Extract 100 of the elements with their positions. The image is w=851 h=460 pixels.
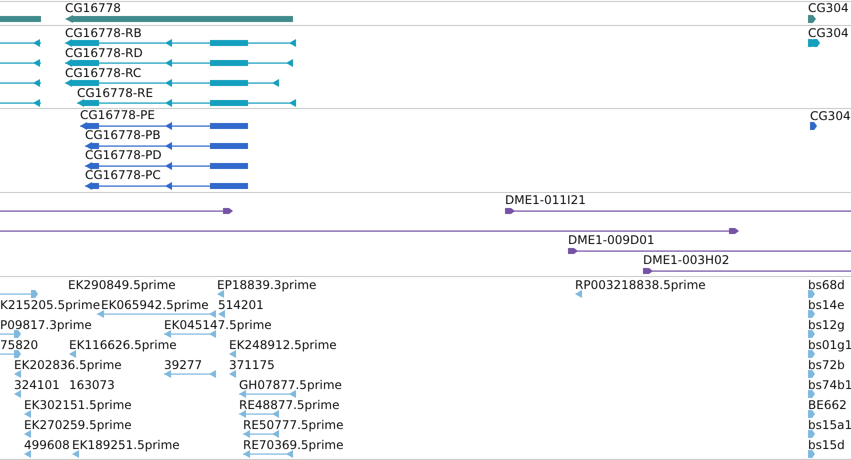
transcript-feature[interactable] [0,39,41,47]
feature-label: P09817.3prime [0,319,92,332]
feature-label: bs74b1 [808,379,851,392]
est-feature[interactable] [239,390,296,398]
feature-label: GH07877.5prime [239,379,342,392]
est-feature[interactable] [0,350,21,358]
feature-label: CG16778 [65,2,121,15]
feature-label: CG16778-PC [85,169,161,182]
feature-label: DME1-003H02 [643,254,730,267]
feature-label: bs15a1 [808,419,851,432]
feature-label: CG16778-RE [77,87,154,100]
clone-feature[interactable] [505,208,851,214]
est-feature[interactable] [808,350,815,358]
transcript-feature[interactable] [0,59,41,67]
protein-feature[interactable] [85,142,248,150]
transcript-feature[interactable] [65,79,279,87]
transcript-feature[interactable] [77,99,296,107]
clone-feature[interactable] [0,208,233,214]
feature-label: CG16778-PD [85,149,162,162]
est-feature[interactable] [164,330,216,338]
feature-label: bs12g [808,319,845,332]
feature-label: K215205.5prime [0,299,100,312]
feature-label: bs01g1 [808,339,851,352]
est-feature[interactable] [217,290,224,298]
feature-label: DME1-011I21 [505,194,586,207]
transcript-feature[interactable] [0,99,41,107]
feature-label: bs15d [808,439,845,452]
feature-label: CG16778-PE [80,109,155,122]
est-feature[interactable] [14,370,21,378]
feature-label: CG16778-RD [65,47,143,60]
feature-label: bs68d [808,279,845,292]
feature-label: bs72b [808,359,845,372]
feature-label: 75820 [0,339,38,352]
est-feature[interactable] [229,350,236,358]
feature-label: CG304 [810,110,851,123]
transcript-feature[interactable] [65,39,296,47]
feature-label: EK270259.5prime [24,419,132,432]
est-feature[interactable] [24,410,31,418]
est-feature[interactable] [808,390,815,398]
feature-label: EK045147.5prime [164,319,272,332]
feature-label: DME1-009D01 [568,234,655,247]
transcript-feature[interactable] [0,79,41,87]
feature-label: CG304 [808,27,849,40]
est-feature[interactable] [0,290,38,298]
est-feature[interactable] [97,310,216,318]
est-feature[interactable] [808,310,815,318]
protein-feature[interactable] [810,122,817,130]
est-feature[interactable] [575,290,582,298]
est-feature[interactable] [243,430,279,438]
clone-feature[interactable] [0,228,739,234]
est-feature[interactable] [808,370,815,378]
est-feature[interactable] [24,450,31,458]
feature-label: 371175 [229,359,275,372]
feature-label: CG16778-RC [65,67,142,80]
est-feature[interactable] [69,350,76,358]
feature-label: RE70369.5prime [243,439,344,452]
est-feature[interactable] [243,450,293,458]
est-feature[interactable] [808,430,815,438]
est-feature[interactable] [808,450,815,458]
est-feature[interactable] [72,450,79,458]
feature-label: EK290849.5prime [68,279,176,292]
protein-feature[interactable] [85,162,248,170]
feature-label: RE50777.5prime [243,419,344,432]
feature-label: 514201 [218,299,264,312]
feature-label: RE48877.5prime [239,399,340,412]
protein-feature[interactable] [80,122,248,130]
clone-feature[interactable] [568,248,851,254]
feature-label: 163073 [69,379,115,392]
feature-label: EP18839.3prime [217,279,316,292]
protein-feature[interactable] [85,182,248,190]
est-feature[interactable] [24,430,31,438]
feature-label: EK248912.5prime [229,339,337,352]
transcript-feature[interactable] [808,39,820,47]
feature-label: RP003218838.5prime [575,279,706,292]
est-feature[interactable] [229,370,236,378]
feature-label: EK116626.5prime [69,339,177,352]
feature-label: CG304 [808,2,849,15]
feature-label: 39277 [164,359,202,372]
est-feature[interactable] [239,410,279,418]
feature-label: EK302151.5prime [24,399,132,412]
feature-label: EK065942.5prime [101,299,209,312]
gene-feature[interactable] [65,15,293,23]
est-feature[interactable] [164,370,216,378]
est-feature[interactable] [0,330,21,338]
feature-label: CG16778-PB [85,129,161,142]
feature-label: bs14e [808,299,845,312]
feature-label: EK202836.5prime [14,359,122,372]
est-feature[interactable] [808,410,815,418]
transcript-feature[interactable] [65,59,293,67]
est-feature[interactable] [14,390,21,398]
feature-label: BE662 [808,399,847,412]
feature-label: CG16778-RB [65,27,142,40]
gene-feature[interactable] [808,15,816,23]
est-feature[interactable] [808,290,815,298]
clone-feature[interactable] [643,268,851,274]
feature-label: EK189251.5prime [72,439,180,452]
feature-label: 499608 [24,439,70,452]
est-feature[interactable] [218,310,225,318]
est-feature[interactable] [808,330,815,338]
feature-label: 324101 [14,379,60,392]
